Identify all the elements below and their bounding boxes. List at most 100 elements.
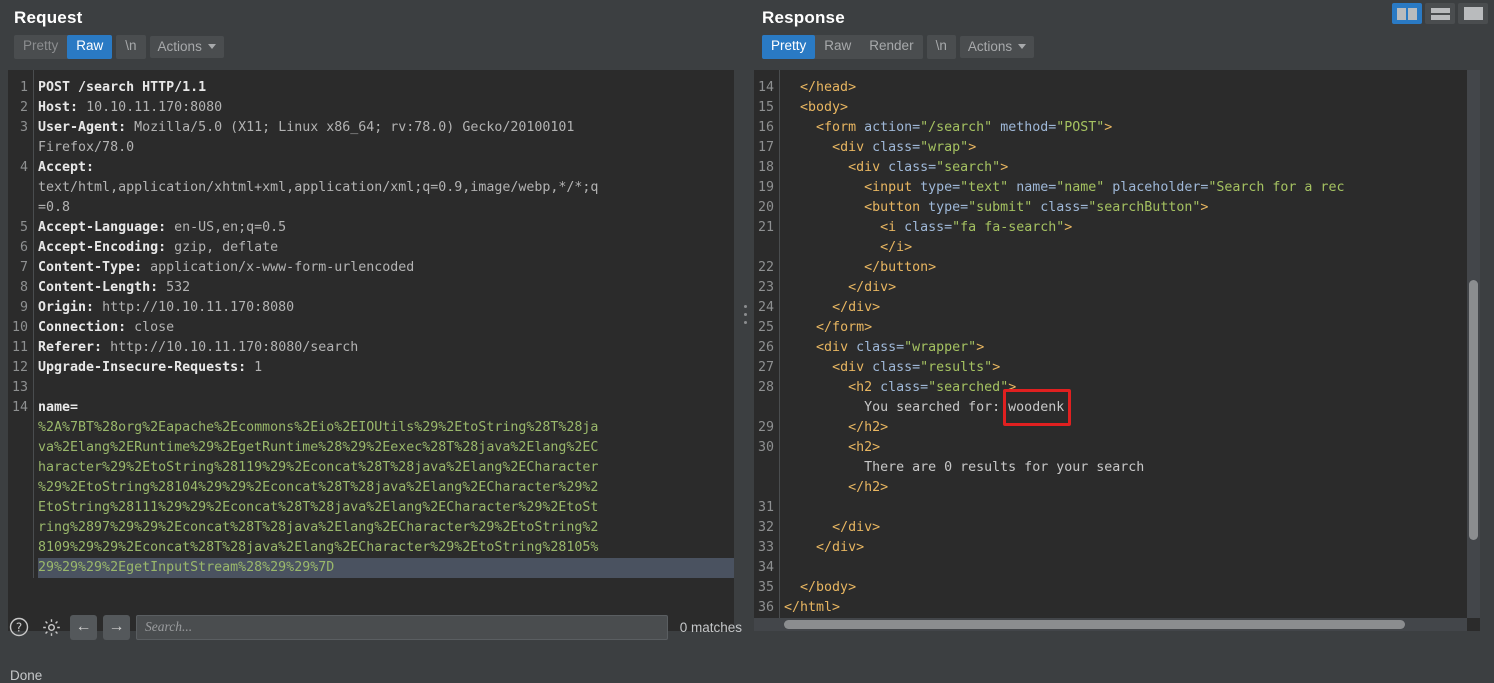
code-line: <div class="wrap">	[784, 138, 1480, 158]
code-line: You searched for: woodenk	[784, 398, 1480, 418]
code-token: Accept-Language:	[38, 220, 175, 235]
response-hscroll-track[interactable]	[754, 618, 1467, 631]
line-number	[758, 238, 774, 258]
code-line: </div>	[784, 518, 1480, 538]
code-token: "name"	[1056, 180, 1113, 195]
code-token: Firefox/78.0	[38, 140, 135, 155]
line-number: 36	[758, 600, 775, 615]
code-line: EtoString%28111%29%29%2Econcat%28T%28jav…	[38, 498, 734, 518]
code-line: haracter%29%2EtoString%28119%29%2Econcat…	[38, 458, 734, 478]
tab-request-raw[interactable]: Raw	[67, 35, 113, 59]
line-number	[758, 398, 774, 418]
splitter-dot	[743, 321, 747, 324]
request-footer: ? ← → Search... 0 matches	[6, 611, 742, 643]
line-number: 3	[20, 120, 29, 135]
tab-request-newline[interactable]: \n	[116, 35, 146, 59]
tab-response-pretty[interactable]: Pretty	[762, 35, 816, 59]
code-token: Upgrade-Insecure-Requests:	[38, 360, 255, 375]
line-number: 28	[758, 380, 775, 395]
response-hscroll-thumb[interactable]	[784, 620, 1405, 629]
chevron-down-icon	[1018, 43, 1027, 49]
code-token: >	[1008, 380, 1017, 395]
line-number	[12, 138, 28, 158]
code-line: </form>	[784, 318, 1480, 338]
svg-text:?: ?	[16, 621, 22, 635]
code-token: "/search"	[920, 120, 1001, 135]
tab-response-raw[interactable]: Raw	[815, 35, 860, 59]
code-line: Referer: http://10.10.11.170:8080/search	[38, 338, 734, 358]
code-token: gzip, deflate	[174, 240, 279, 255]
code-line: </div>	[784, 298, 1480, 318]
request-view-tabs: Pretty Raw	[14, 35, 113, 59]
request-search-input[interactable]: Search...	[136, 614, 668, 640]
search-next-button[interactable]: →	[103, 614, 130, 640]
line-number: 29	[758, 420, 775, 435]
code-token: "results"	[920, 360, 993, 375]
code-line: </div>	[784, 278, 1480, 298]
line-number	[12, 198, 28, 218]
code-token: Referer:	[38, 340, 111, 355]
status-text: Done	[10, 668, 43, 683]
code-token: type=	[920, 180, 961, 195]
code-line: %29%2EtoString%28104%29%29%2Econcat%28T%…	[38, 478, 734, 498]
search-previous-button[interactable]: ←	[70, 614, 97, 640]
code-token: </form>	[816, 320, 873, 335]
line-number: 21	[758, 220, 775, 235]
code-token: Accept:	[38, 160, 103, 175]
request-code: 1 2 3 4 5 6 7 8 9 10 11 12 13 14 POST /search HTTP/1.…	[8, 70, 734, 578]
response-vscroll-thumb[interactable]	[1469, 280, 1478, 540]
code-line: Upgrade-Insecure-Requests: 1	[38, 358, 734, 378]
code-line: </h2>	[784, 418, 1480, 438]
line-number	[12, 518, 28, 538]
request-tabbar: Pretty Raw \n Actions	[0, 28, 748, 65]
code-line: <input type="text" name="name" placehold…	[784, 178, 1480, 198]
code-line: Origin: http://10.10.11.170:8080	[38, 298, 734, 318]
response-editor[interactable]: 14 15 16 17 18 19 20 21 22 23 24 25 26 27 28 29 30 31 32 33…	[754, 70, 1480, 631]
code-token: name=	[1016, 180, 1057, 195]
code-token: action=	[864, 120, 921, 135]
tab-request-pretty[interactable]: Pretty	[14, 35, 67, 59]
code-token: </html>	[784, 600, 841, 615]
code-line: <form action="/search" method="POST">	[784, 118, 1480, 138]
line-number: 20	[758, 200, 775, 215]
request-actions-menu[interactable]: Actions	[149, 35, 224, 58]
line-number: 9	[20, 300, 29, 315]
line-number: 11	[12, 340, 29, 355]
code-token: http://10.10.11.170:8080	[102, 300, 295, 315]
code-token: class=	[880, 380, 929, 395]
code-token: class=	[872, 360, 921, 375]
code-token: User-Agent:	[38, 120, 135, 135]
code-line: text/html,application/xhtml+xml,applicat…	[38, 178, 734, 198]
code-token: <h2	[848, 380, 881, 395]
help-icon[interactable]: ?	[6, 614, 32, 640]
tab-response-newline[interactable]: \n	[926, 35, 956, 59]
request-editor[interactable]: 1 2 3 4 5 6 7 8 9 10 11 12 13 14 POST /search HTTP/1.…	[8, 70, 734, 631]
response-pane: Response Pretty Raw Render \n Actions 14…	[748, 0, 1494, 663]
code-line: Content-Type: application/x-www-form-url…	[38, 258, 734, 278]
line-number	[758, 478, 774, 498]
code-line: </html>	[784, 598, 1480, 618]
response-vscroll-track[interactable]	[1467, 70, 1480, 618]
code-token: class=	[888, 160, 937, 175]
response-actions-menu[interactable]: Actions	[959, 35, 1035, 58]
tab-response-render[interactable]: Render	[860, 35, 922, 59]
code-line: <h2 class="searched">	[784, 378, 1480, 398]
code-line: User-Agent: Mozilla/5.0 (X11; Linux x86_…	[38, 118, 734, 138]
request-search-placeholder: Search...	[145, 619, 193, 634]
code-token: 10.10.11.170:8080	[86, 100, 223, 115]
line-number: 16	[758, 120, 775, 135]
code-token: "fa fa-search"	[952, 220, 1065, 235]
code-token: </body>	[800, 580, 857, 595]
line-number: 24	[758, 300, 775, 315]
code-token: "wrapper"	[904, 340, 977, 355]
code-line: </head>	[784, 78, 1480, 98]
line-number: 5	[20, 220, 29, 235]
line-number: 14	[12, 400, 29, 415]
gear-icon[interactable]	[38, 614, 64, 640]
